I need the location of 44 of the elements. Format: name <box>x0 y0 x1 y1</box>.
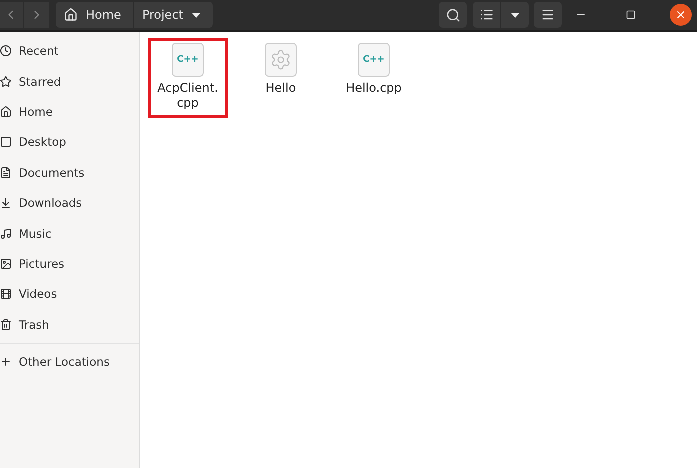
back-button[interactable] <box>0 2 24 28</box>
pictures-icon <box>0 258 12 270</box>
file-item[interactable]: Hello <box>241 38 321 103</box>
sidebar-item[interactable]: Home <box>0 96 139 128</box>
sidebar-item[interactable]: Videos <box>0 279 139 310</box>
list-icon <box>480 8 494 22</box>
downloads-icon <box>0 197 12 210</box>
view-options-button[interactable] <box>501 2 529 28</box>
home-icon <box>0 106 12 118</box>
home-icon <box>64 8 78 22</box>
sidebar-item[interactable]: Music <box>0 218 139 249</box>
search-icon <box>446 8 460 22</box>
close-button[interactable] <box>670 4 692 26</box>
caret-icon <box>192 12 200 18</box>
sidebar-item[interactable]: Other Locations <box>0 346 139 378</box>
search-button[interactable] <box>439 2 467 28</box>
list-view-button[interactable] <box>473 2 501 28</box>
gear-icon <box>265 43 297 77</box>
sidebar-item[interactable]: Desktop <box>0 127 139 158</box>
sidebar-item[interactable]: Pictures <box>0 248 139 280</box>
caret-icon <box>510 12 520 18</box>
starred-icon <box>0 76 12 88</box>
desktop-icon <box>0 136 12 148</box>
cpp-file-icon: C++ <box>172 43 204 77</box>
cpp-file-icon: C++ <box>358 43 390 77</box>
recent-icon <box>0 45 12 58</box>
sidebar-item[interactable]: Trash <box>0 310 139 340</box>
sidebar-item[interactable]: Documents <box>0 158 139 188</box>
menu-icon <box>541 8 555 22</box>
trash-icon <box>0 318 12 331</box>
videos-icon <box>0 288 12 300</box>
path-button[interactable]: Home <box>56 2 134 28</box>
menu-button[interactable] <box>534 2 562 28</box>
sidebar-item[interactable]: Recent <box>0 36 139 66</box>
file-item[interactable]: C++ Hello.cpp <box>334 38 414 103</box>
path-button[interactable]: Project <box>134 2 214 28</box>
file-item[interactable]: C++ AcpClient. cpp <box>148 38 228 118</box>
sidebar-item[interactable]: Starred <box>0 66 139 97</box>
sidebar-item[interactable]: Downloads <box>0 188 139 218</box>
close-icon <box>675 9 687 21</box>
maximize-icon <box>626 10 636 20</box>
plus-icon <box>0 356 12 368</box>
music-icon <box>0 228 12 240</box>
documents-icon <box>0 166 12 179</box>
